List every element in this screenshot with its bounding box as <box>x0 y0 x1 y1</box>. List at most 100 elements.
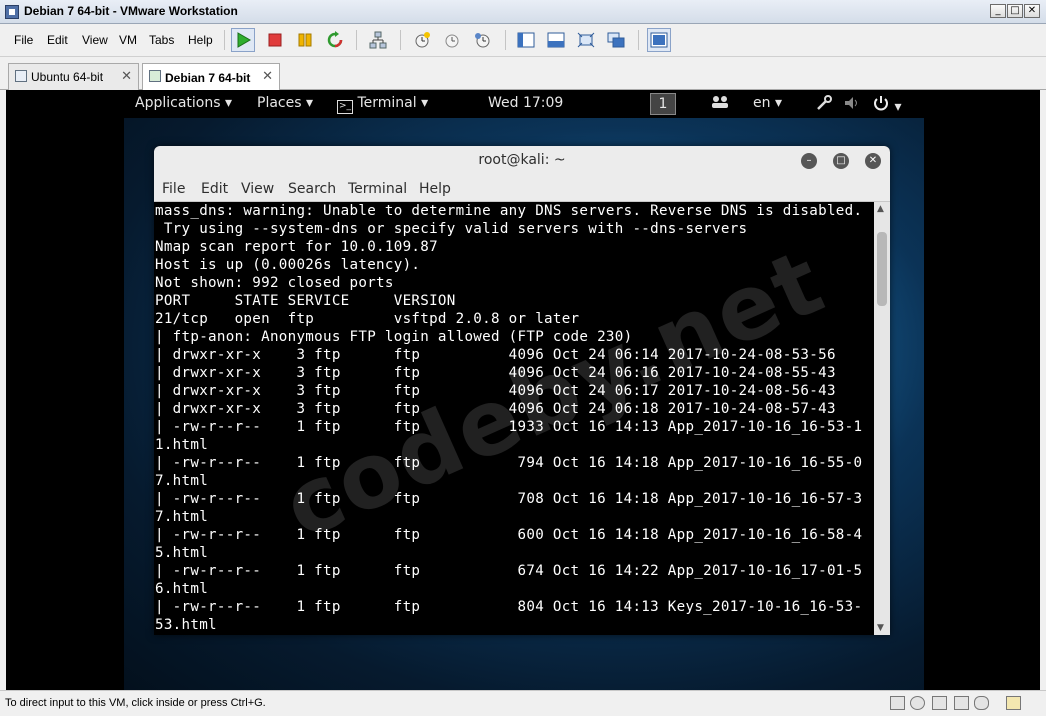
terminal-menu-terminal[interactable]: Terminal <box>348 181 407 197</box>
terminal-app-menu[interactable]: >_ Terminal ▾ <box>337 95 428 114</box>
terminal-line: PORT STATE SERVICE VERSION <box>155 293 456 309</box>
revert-snapshot-icon[interactable] <box>440 28 464 52</box>
language-menu[interactable]: en ▾ <box>753 95 782 111</box>
message-log-icon[interactable] <box>1006 696 1021 710</box>
vm-running-icon <box>149 70 161 82</box>
window-title: Debian 7 64-bit - VMware Workstation <box>24 4 238 18</box>
terminal-line: | drwxr-xr-x 3 ftp ftp 4096 Oct 24 06:14… <box>155 347 836 363</box>
close-icon[interactable]: ✕ <box>121 68 132 84</box>
terminal-line: | -rw-r--r-- 1 ftp ftp 1933 Oct 16 14:13… <box>155 419 863 435</box>
menu-view[interactable]: View <box>82 33 108 47</box>
toolbar-separator <box>638 30 639 50</box>
status-bar: To direct input to this VM, click inside… <box>0 690 1046 716</box>
toolbar-separator <box>356 30 357 50</box>
snapshot-manager-icon[interactable] <box>470 28 494 52</box>
terminal-line: Try using --system-dns or specify valid … <box>155 221 748 237</box>
vm-display[interactable]: Applications ▾ Places ▾ >_ Terminal ▾ We… <box>6 90 1040 690</box>
vmware-app-icon <box>5 5 19 19</box>
terminal-minimize-button[interactable]: – <box>801 153 817 169</box>
clock[interactable]: Wed 17:09 <box>488 95 563 111</box>
terminal-line: | drwxr-xr-x 3 ftp ftp 4096 Oct 24 06:16… <box>155 365 836 381</box>
close-icon[interactable]: ✕ <box>262 68 273 84</box>
people-icon[interactable] <box>711 95 729 113</box>
terminal-line: Host is up (0.00026s latency). <box>155 257 421 273</box>
scrollbar-thumb[interactable] <box>877 232 887 306</box>
terminal-line: | drwxr-xr-x 3 ftp ftp 4096 Oct 24 06:17… <box>155 383 836 399</box>
applications-menu[interactable]: Applications ▾ <box>135 95 232 111</box>
printer-icon[interactable] <box>954 696 969 710</box>
terminal-line: 53.html <box>155 617 217 633</box>
scroll-up-icon[interactable]: ▲ <box>877 204 884 214</box>
show-console-icon[interactable] <box>544 28 568 52</box>
toolbar-separator <box>400 30 401 50</box>
network-adapter-icon[interactable] <box>932 696 947 710</box>
terminal-scrollbar[interactable]: ▲ ▼ <box>874 202 890 635</box>
terminal-close-button[interactable]: ✕ <box>865 153 881 169</box>
menubar: File Edit View VM Tabs Help <box>0 25 1046 57</box>
terminal-menu-edit[interactable]: Edit <box>201 181 228 197</box>
menu-tabs[interactable]: Tabs <box>149 33 174 47</box>
network-icon[interactable] <box>366 28 390 52</box>
terminal-line: Not shown: 992 closed ports <box>155 275 394 291</box>
terminal-line: 21/tcp open ftp vsftpd 2.0.8 or later <box>155 311 580 327</box>
terminal-line: Nmap scan report for 10.0.109.87 <box>155 239 438 255</box>
terminal-line: 6.html <box>155 581 209 597</box>
terminal-menu-search[interactable]: Search <box>288 181 336 197</box>
toolbar-separator <box>224 30 225 50</box>
console-view-icon[interactable] <box>647 28 671 52</box>
tab-label: Debian 7 64-bit <box>165 70 251 85</box>
tab-ubuntu[interactable]: Ubuntu 64-bit ✕ <box>8 63 139 90</box>
menu-edit[interactable]: Edit <box>47 33 68 47</box>
terminal-maximize-button[interactable]: □ <box>833 153 849 169</box>
snapshot-icon[interactable] <box>410 28 434 52</box>
sound-card-icon[interactable] <box>974 696 989 710</box>
show-sidebar-icon[interactable] <box>514 28 538 52</box>
hard-disk-icon[interactable] <box>890 696 905 710</box>
tool-icon[interactable] <box>816 95 832 115</box>
terminal-line: mass_dns: warning: Unable to determine a… <box>155 203 863 219</box>
volume-icon[interactable] <box>843 95 861 115</box>
terminal-window[interactable]: root@kali: ~ – □ ✕ File Edit View Search… <box>154 146 890 635</box>
status-text: To direct input to this VM, click inside… <box>5 697 266 709</box>
terminal-menu-file[interactable]: File <box>162 181 185 197</box>
gnome-top-bar: Applications ▾ Places ▾ >_ Terminal ▾ We… <box>124 90 924 118</box>
terminal-line: 7.html <box>155 509 209 525</box>
terminal-output[interactable]: mass_dns: warning: Unable to determine a… <box>155 202 873 633</box>
terminal-menu-help[interactable]: Help <box>419 181 451 197</box>
terminal-line: 7.html <box>155 473 209 489</box>
terminal-line: | -rw-r--r-- 1 ftp ftp 600 Oct 16 14:18 … <box>155 527 863 543</box>
suspend-icon[interactable] <box>293 28 317 52</box>
terminal-menu-view[interactable]: View <box>241 181 274 197</box>
terminal-line: | drwxr-xr-x 3 ftp ftp 4096 Oct 24 06:18… <box>155 401 836 417</box>
terminal-line: | ftp-anon: Anonymous FTP login allowed … <box>155 329 633 345</box>
terminal-line: | -rw-r--r-- 1 ftp ftp 804 Oct 16 14:13 … <box>155 599 863 615</box>
tab-label: Ubuntu 64-bit <box>31 70 104 84</box>
menu-file[interactable]: File <box>14 33 33 47</box>
power-on-icon[interactable] <box>231 28 255 52</box>
tab-debian[interactable]: Debian 7 64-bit ✕ <box>142 63 280 91</box>
terminal-line: | -rw-r--r-- 1 ftp ftp 708 Oct 16 14:18 … <box>155 491 863 507</box>
unity-icon[interactable] <box>604 28 628 52</box>
toolbar-separator <box>505 30 506 50</box>
close-window-button[interactable]: ✕ <box>1024 4 1040 18</box>
terminal-header: root@kali: ~ – □ ✕ File Edit View Search… <box>154 146 890 202</box>
cd-rom-icon[interactable] <box>910 696 925 710</box>
terminal-line: | -rw-r--r-- 1 ftp ftp 794 Oct 16 14:18 … <box>155 455 863 471</box>
power-off-icon[interactable] <box>263 28 287 52</box>
workspace-indicator[interactable]: 1 <box>650 93 676 115</box>
menu-vm[interactable]: VM <box>119 33 137 47</box>
maximize-button[interactable]: □ <box>1007 4 1023 18</box>
terminal-icon: >_ <box>337 100 353 114</box>
reset-icon[interactable] <box>323 28 347 52</box>
full-screen-icon[interactable] <box>574 28 598 52</box>
terminal-line: | -rw-r--r-- 1 ftp ftp 674 Oct 16 14:22 … <box>155 563 863 579</box>
power-menu-icon[interactable]: ▾ <box>872 95 901 115</box>
window-titlebar: Debian 7 64-bit - VMware Workstation _ □… <box>0 0 1046 24</box>
terminal-line: 5.html <box>155 545 209 561</box>
vm-icon <box>15 70 27 82</box>
scroll-down-icon[interactable]: ▼ <box>877 623 884 633</box>
vm-tabbar: Ubuntu 64-bit ✕ Debian 7 64-bit ✕ <box>0 58 1046 91</box>
places-menu[interactable]: Places ▾ <box>257 95 313 111</box>
minimize-button[interactable]: _ <box>990 4 1006 18</box>
menu-help[interactable]: Help <box>188 33 213 47</box>
